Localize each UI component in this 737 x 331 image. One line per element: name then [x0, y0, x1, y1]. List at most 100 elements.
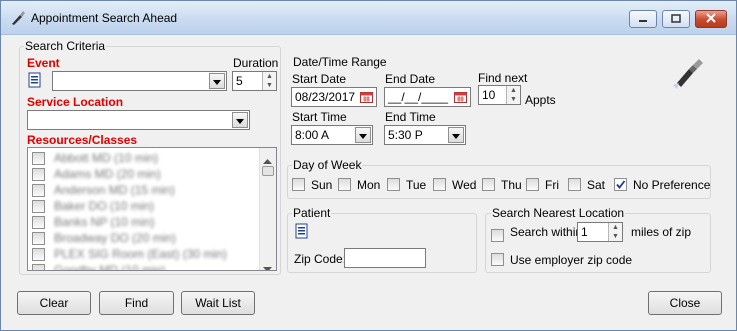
start-time-label: Start Time — [292, 110, 347, 124]
start-time-dropdown-arrow[interactable] — [355, 127, 371, 143]
event-dropdown-arrow[interactable] — [209, 73, 225, 89]
resource-checkbox[interactable] — [32, 264, 45, 270]
spin-up-icon[interactable]: ▲ — [507, 86, 520, 95]
thu-checkbox[interactable] — [482, 178, 495, 191]
find-next-value: 10 — [482, 88, 496, 102]
end-date-label: End Date — [385, 72, 436, 86]
miles-of-zip-label: miles of zip — [631, 225, 692, 239]
end-time-label: End Time — [385, 110, 436, 124]
spin-down-icon[interactable]: ▼ — [609, 232, 622, 241]
employer-zip-label: Use employer zip code — [510, 253, 633, 267]
wait-list-button[interactable]: Wait List — [181, 291, 255, 315]
calendar-icon[interactable] — [358, 89, 375, 105]
service-location-dropdown-arrow[interactable] — [232, 112, 248, 128]
duration-stepper[interactable]: 5 ▲ ▼ — [232, 71, 277, 91]
list-item[interactable]: Banks NP (10 min) — [32, 214, 262, 230]
zip-code-input[interactable] — [344, 248, 426, 268]
duration-label: Duration — [233, 56, 279, 70]
fri-checkbox[interactable] — [526, 178, 539, 191]
event-label: Event — [27, 56, 60, 70]
window-title: Appointment Search Ahead — [31, 11, 178, 25]
sun-checkbox[interactable] — [292, 178, 305, 191]
clear-button[interactable]: Clear — [17, 291, 91, 315]
day-of-week-legend: Day of Week — [292, 158, 363, 172]
find-next-spinner[interactable]: ▲ ▼ — [506, 86, 520, 104]
no-preference-checkbox[interactable] — [614, 178, 627, 191]
list-item[interactable]: Adams MD (20 min) — [32, 166, 262, 182]
miles-stepper[interactable]: 1 ▲ ▼ — [577, 222, 623, 242]
resource-checkbox[interactable] — [32, 184, 45, 197]
start-time-value: 8:00 A — [295, 128, 330, 142]
mon-label: Mon — [357, 178, 381, 192]
service-location-combo[interactable] — [27, 110, 250, 130]
close-icon — [706, 12, 716, 26]
resources-list[interactable]: Abbott MD (10 min) Adams MD (20 min) And… — [27, 147, 277, 271]
spin-down-icon[interactable]: ▼ — [507, 95, 520, 104]
list-item[interactable]: PLEX SIG Room (East) (30 min) — [32, 246, 262, 262]
search-criteria-legend: Search Criteria — [24, 39, 107, 53]
thu-label: Thu — [501, 178, 522, 192]
close-window-button[interactable] — [695, 10, 727, 28]
tue-checkbox[interactable] — [387, 178, 400, 191]
resource-checkbox[interactable] — [32, 152, 45, 165]
employer-zip-checkbox[interactable] — [491, 253, 504, 266]
find-next-label: Find next — [478, 71, 528, 85]
resources-scrollbar[interactable] — [259, 148, 276, 270]
appointment-search-window: Appointment Search Ahead Search Criteria… — [0, 0, 737, 331]
minimize-icon — [638, 12, 648, 26]
patient-legend: Patient — [292, 206, 332, 220]
scroll-up-icon[interactable] — [263, 153, 272, 167]
list-item[interactable]: Broadway DO (20 min) — [32, 230, 262, 246]
maximize-icon — [671, 12, 681, 26]
list-item[interactable]: Anderson MD (15 min) — [32, 182, 262, 198]
app-icon — [10, 10, 26, 29]
chevron-down-icon — [213, 74, 221, 88]
patient-lookup-icon[interactable] — [294, 223, 310, 242]
miles-spinner[interactable]: ▲ ▼ — [608, 223, 622, 241]
spin-up-icon[interactable]: ▲ — [263, 72, 276, 81]
end-time-dropdown-arrow[interactable] — [448, 127, 464, 143]
close-button[interactable]: Close — [648, 291, 722, 315]
end-time-combo[interactable]: 5:30 P — [384, 125, 466, 145]
search-within-checkbox[interactable] — [491, 229, 504, 242]
miles-value: 1 — [581, 225, 588, 239]
resource-checkbox[interactable] — [32, 168, 45, 181]
event-lookup-icon[interactable] — [27, 72, 43, 91]
mon-checkbox[interactable] — [338, 178, 351, 191]
chevron-down-icon — [359, 128, 367, 142]
spin-down-icon[interactable]: ▼ — [263, 81, 276, 90]
chevron-down-icon — [236, 113, 244, 127]
list-item[interactable]: Abbott MD (10 min) — [32, 150, 262, 166]
end-time-value: 5:30 P — [388, 128, 423, 142]
find-next-stepper[interactable]: 10 ▲ ▼ — [478, 85, 521, 105]
resource-label: Anderson MD (15 min) — [54, 183, 175, 197]
spin-up-icon[interactable]: ▲ — [609, 223, 622, 232]
sat-checkbox[interactable] — [568, 178, 581, 191]
minimize-button[interactable] — [629, 10, 657, 28]
list-item[interactable]: Goodby MD (10 min) — [32, 262, 262, 270]
start-time-combo[interactable]: 8:00 A — [291, 125, 373, 145]
chevron-down-icon — [452, 128, 460, 142]
resource-label: Adams MD (20 min) — [54, 167, 161, 181]
resource-checkbox[interactable] — [32, 200, 45, 213]
start-date-field[interactable]: 08/23/2017 — [291, 87, 377, 107]
scroll-thumb[interactable] — [262, 166, 274, 176]
start-date-value: 08/23/2017 — [295, 90, 356, 104]
event-combo[interactable] — [52, 71, 227, 91]
wed-checkbox[interactable] — [433, 178, 446, 191]
list-item[interactable]: Baker DO (10 min) — [32, 198, 262, 214]
scroll-down-icon[interactable] — [263, 261, 272, 270]
end-date-field[interactable]: __/__/____ — [384, 87, 471, 107]
end-date-value: __/__/____ — [388, 90, 449, 104]
calendar-icon[interactable] — [452, 89, 469, 105]
resource-checkbox[interactable] — [32, 248, 45, 261]
resource-checkbox[interactable] — [32, 232, 45, 245]
wed-label: Wed — [452, 178, 477, 192]
resource-label: PLEX SIG Room (East) (30 min) — [54, 247, 227, 261]
find-button[interactable]: Find — [99, 291, 174, 315]
duration-spinner[interactable]: ▲ ▼ — [262, 72, 276, 90]
start-date-label: Start Date — [292, 72, 347, 86]
tue-label: Tue — [406, 178, 427, 192]
maximize-button[interactable] — [662, 10, 690, 28]
resource-checkbox[interactable] — [32, 216, 45, 229]
